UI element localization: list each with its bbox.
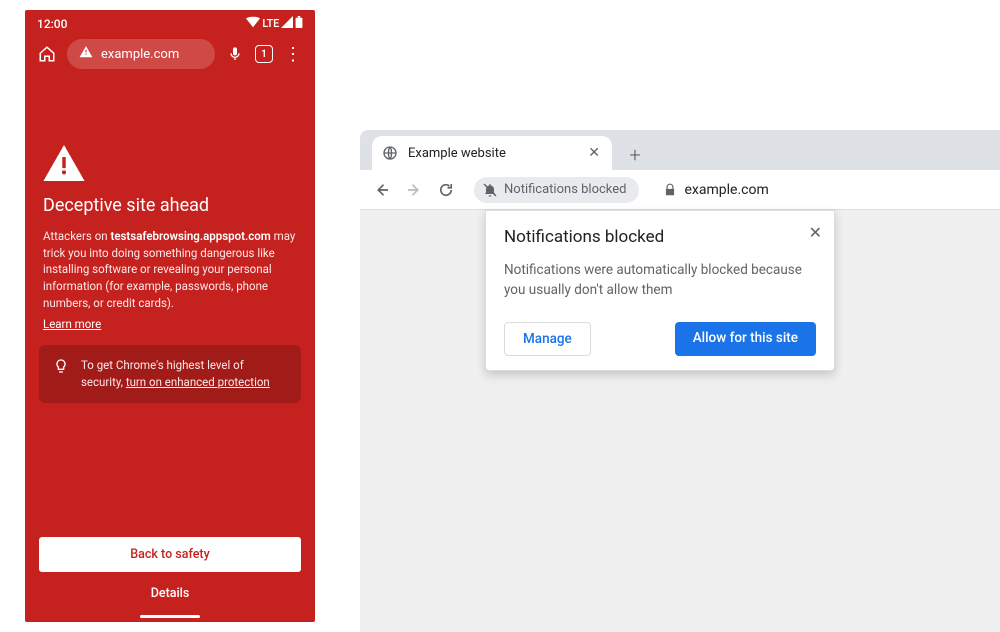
omnibar: example.com 1 ⋮: [25, 33, 315, 75]
warning-triangle-icon: [43, 145, 85, 181]
lightbulb-icon: [53, 358, 69, 374]
close-tab-icon[interactable]: ✕: [588, 145, 600, 161]
tab-count[interactable]: 1: [255, 45, 273, 63]
new-tab-button[interactable]: +: [620, 140, 650, 170]
popover-title: Notifications blocked: [504, 227, 816, 247]
chip-label: Notifications blocked: [504, 182, 627, 197]
details-button[interactable]: Details: [25, 572, 315, 615]
lock-icon: [663, 183, 677, 197]
signal-icon: [281, 16, 293, 31]
toolbar: Notifications blocked example.com: [360, 170, 1000, 210]
mobile-warning-screen: 12:00 LTE example.com 1 ⋮: [25, 10, 315, 622]
globe-icon: [382, 145, 398, 161]
home-icon[interactable]: [37, 44, 57, 64]
manage-button[interactable]: Manage: [504, 322, 591, 356]
browser-tab[interactable]: Example website ✕: [372, 136, 612, 170]
reload-icon[interactable]: [436, 180, 456, 200]
url-bar[interactable]: example.com: [67, 39, 215, 69]
clock: 12:00: [37, 17, 67, 31]
warning-body: Attackers on testsafebrowsing.appspot.co…: [43, 228, 297, 311]
status-bar: 12:00 LTE: [25, 10, 315, 33]
tab-title: Example website: [408, 146, 506, 161]
address-bar[interactable]: example.com: [663, 182, 769, 198]
allow-button[interactable]: Allow for this site: [675, 322, 816, 356]
desktop-chrome-window: Example website ✕ + Notifications blocke…: [360, 130, 1000, 632]
lte-label: LTE: [262, 17, 279, 30]
warning-headline: Deceptive site ahead: [43, 195, 297, 216]
back-to-safety-button[interactable]: Back to safety: [39, 537, 301, 572]
close-icon[interactable]: ✕: [809, 223, 822, 242]
home-indicator[interactable]: [140, 615, 200, 618]
url-text: example.com: [101, 47, 179, 62]
forward-icon[interactable]: [404, 180, 424, 200]
notifications-blocked-popover: ✕ Notifications blocked Notifications we…: [485, 210, 835, 371]
back-icon[interactable]: [372, 180, 392, 200]
enhanced-protection-tip[interactable]: To get Chrome's highest level of securit…: [39, 345, 301, 402]
warning-icon: [79, 45, 93, 63]
more-icon[interactable]: ⋮: [283, 44, 303, 64]
address-text: example.com: [685, 182, 769, 198]
bell-off-icon: [482, 182, 498, 198]
mic-icon[interactable]: [225, 44, 245, 64]
battery-icon: [295, 16, 303, 31]
learn-more-link[interactable]: Learn more: [43, 317, 297, 331]
tab-strip: Example website ✕ +: [360, 130, 1000, 170]
page-content: ✕ Notifications blocked Notifications we…: [360, 210, 1000, 632]
popover-body: Notifications were automatically blocked…: [504, 261, 816, 300]
wifi-icon: [246, 16, 260, 31]
notifications-blocked-chip[interactable]: Notifications blocked: [474, 177, 639, 203]
